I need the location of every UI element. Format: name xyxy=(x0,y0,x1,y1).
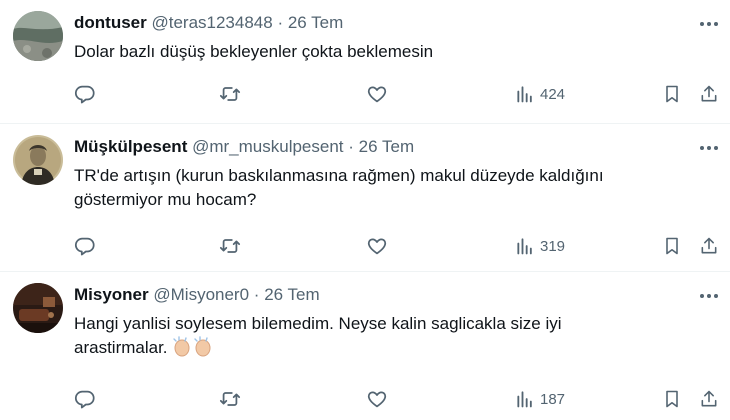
author-name[interactable]: dontuser xyxy=(74,13,147,32)
views-count: 187 xyxy=(540,390,566,408)
tweet-text-line: göstermiyor mu hocam? xyxy=(74,190,257,209)
separator-dot: · xyxy=(348,137,354,156)
tweet[interactable]: Misyoner @Misyoner0 · 26 Tem Hangi yanli… xyxy=(0,272,730,420)
tweet[interactable]: dontuser @teras1234848 · 26 Tem Dolar ba… xyxy=(0,0,730,124)
bookmark-button[interactable] xyxy=(662,82,682,106)
author-handle[interactable]: @mr_muskulpesent xyxy=(192,137,343,156)
tweet-date[interactable]: 26 Tem xyxy=(288,13,343,32)
tweet-feed: dontuser @teras1234848 · 26 Tem Dolar ba… xyxy=(0,0,730,420)
reply-icon xyxy=(74,390,95,409)
tweet-text: Hangi yanlisi soylesem bilemedim. Neyse … xyxy=(74,312,690,365)
avatar-portrait xyxy=(13,135,63,185)
avatar[interactable] xyxy=(13,283,63,333)
retweet-button[interactable] xyxy=(218,82,242,106)
share-upload-icon xyxy=(701,237,717,254)
more-dots-icon[interactable] xyxy=(698,14,720,34)
views-chart-icon xyxy=(517,238,532,255)
reply-button[interactable] xyxy=(74,387,96,411)
tweet-header: dontuser @teras1234848 · 26 Tem xyxy=(74,12,684,34)
tweet-text-fragment: arastirmalar. xyxy=(74,338,168,357)
tweet-text: Dolar bazlı düşüş bekleyenler çokta bekl… xyxy=(74,40,690,64)
avatar[interactable] xyxy=(13,135,63,185)
like-button[interactable] xyxy=(366,234,388,258)
action-bar: 187 xyxy=(0,384,730,414)
share-upload-icon xyxy=(701,390,717,407)
tweet-text-line: TR'de artışın (kurun baskılanmasına rağm… xyxy=(74,166,604,185)
retweet-icon xyxy=(219,239,241,253)
tweet-header: Müşkülpesent @mr_muskulpesent · 26 Tem xyxy=(74,136,684,158)
clapping-hands-emoji xyxy=(171,336,215,365)
tweet-text: TR'de artışın (kurun baskılanmasına rağm… xyxy=(74,164,690,212)
retweet-button[interactable] xyxy=(218,387,242,411)
more-dots-icon[interactable] xyxy=(698,138,720,158)
author-handle[interactable]: @Misyoner0 xyxy=(153,285,249,304)
views-button[interactable]: 424 xyxy=(515,82,565,106)
heart-icon xyxy=(367,86,387,103)
bookmark-button[interactable] xyxy=(662,234,682,258)
tweet[interactable]: Müşkülpesent @mr_muskulpesent · 26 Tem T… xyxy=(0,124,730,272)
separator-dot: · xyxy=(277,13,284,32)
tweet-date[interactable]: 26 Tem xyxy=(359,137,414,156)
views-button[interactable]: 319 xyxy=(515,234,565,258)
like-button[interactable] xyxy=(366,387,388,411)
bookmark-icon xyxy=(666,237,678,255)
bookmark-button[interactable] xyxy=(662,387,682,411)
avatar[interactable] xyxy=(13,11,63,61)
share-button[interactable] xyxy=(699,234,719,258)
action-bar: 319 xyxy=(0,231,730,261)
bookmark-icon xyxy=(666,85,678,103)
tweet-header: Misyoner @Misyoner0 · 26 Tem xyxy=(74,284,684,306)
separator-dot: · xyxy=(253,285,260,304)
tweet-text-line: Hangi yanlisi soylesem bilemedim. Neyse … xyxy=(74,314,562,333)
heart-icon xyxy=(367,391,387,408)
reply-icon xyxy=(74,85,95,104)
views-count: 424 xyxy=(540,85,566,103)
share-button[interactable] xyxy=(699,387,719,411)
views-button[interactable]: 187 xyxy=(515,387,565,411)
author-handle[interactable]: @teras1234848 xyxy=(151,13,272,32)
retweet-button[interactable] xyxy=(218,234,242,258)
bookmark-icon xyxy=(666,390,678,408)
retweet-icon xyxy=(219,87,241,101)
heart-icon xyxy=(367,238,387,255)
reply-button[interactable] xyxy=(74,234,96,258)
reply-button[interactable] xyxy=(74,82,96,106)
avatar-landscape xyxy=(13,11,63,61)
retweet-icon xyxy=(219,392,241,406)
like-button[interactable] xyxy=(366,82,388,106)
more-dots-icon[interactable] xyxy=(698,286,720,306)
author-name[interactable]: Müşkülpesent xyxy=(74,137,187,156)
views-count: 319 xyxy=(540,237,566,255)
reply-icon xyxy=(74,237,95,256)
action-bar: 424 xyxy=(0,79,730,109)
views-chart-icon xyxy=(517,86,532,103)
author-name[interactable]: Misyoner xyxy=(74,285,149,304)
share-button[interactable] xyxy=(699,82,719,106)
tweet-text-line: Dolar bazlı düşüş bekleyenler çokta bekl… xyxy=(74,42,434,61)
share-upload-icon xyxy=(701,85,717,102)
avatar-dark-room xyxy=(13,283,63,333)
views-chart-icon xyxy=(517,391,532,408)
tweet-date[interactable]: 26 Tem xyxy=(264,285,319,304)
tweet-text-line: arastirmalar. xyxy=(74,336,690,365)
